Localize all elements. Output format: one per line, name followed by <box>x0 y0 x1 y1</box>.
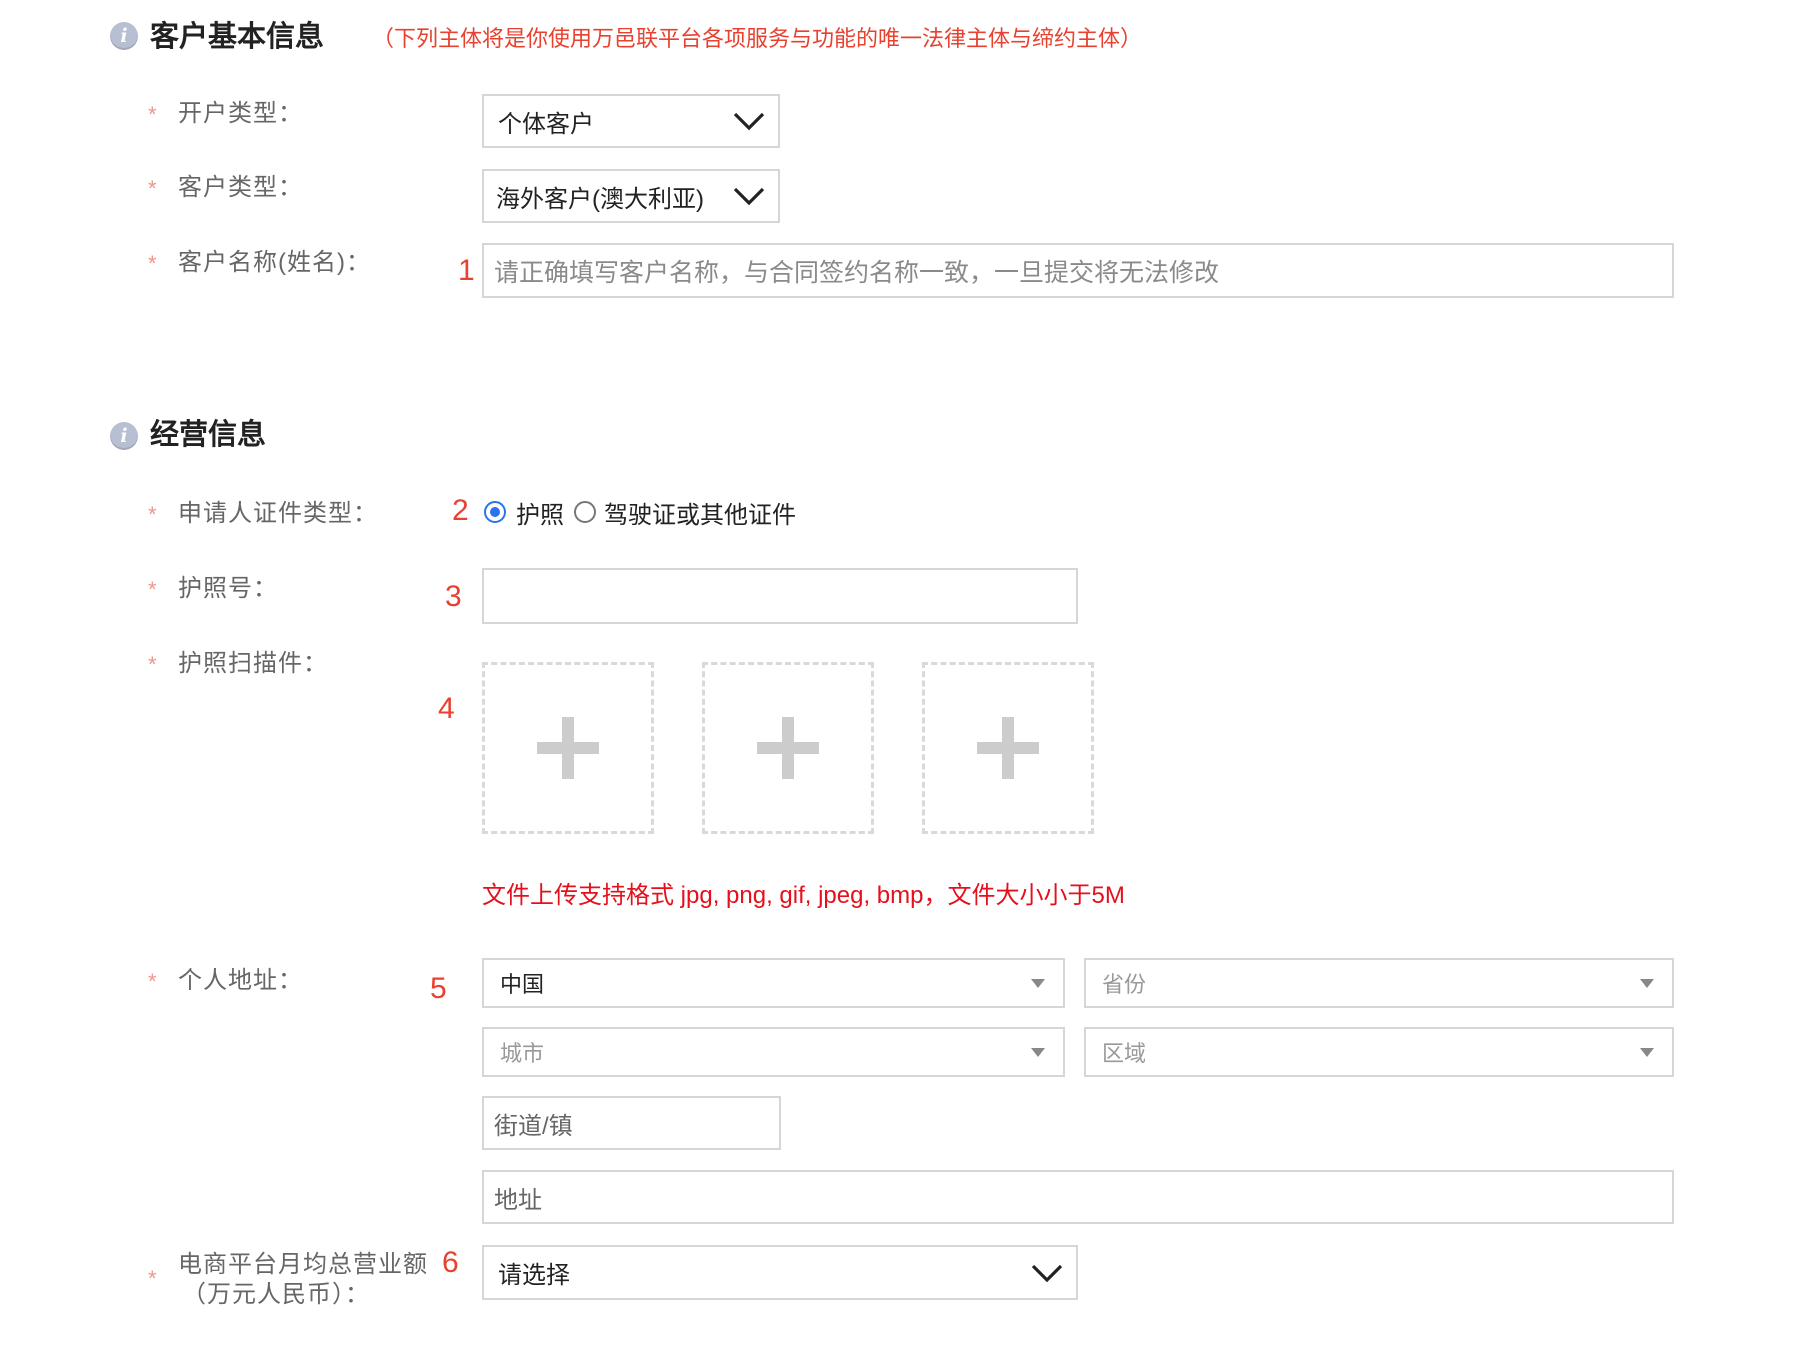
account-type-select[interactable]: 个体客户 <box>482 94 780 148</box>
marker-1: 1 <box>458 254 475 287</box>
section-note-basic: （下列主体将是你使用万邑联平台各项服务与功能的唯一法律主体与缔约主体） <box>372 26 1143 51</box>
caret-down-icon <box>1640 978 1654 988</box>
province-value: 省份 <box>1102 972 1147 997</box>
passport-scan-label: 护照扫描件： <box>178 650 328 677</box>
turnover-value: 请选择 <box>498 1262 570 1289</box>
customer-name-input[interactable]: 请正确填写客户名称，与合同签约名称一致，一旦提交将无法修改 <box>482 243 1674 298</box>
required-mark: * <box>148 577 157 602</box>
id-type-radio-group: 护照 驾驶证或其他证件 <box>484 495 796 530</box>
radio-other-id[interactable] <box>574 501 596 523</box>
turnover-label: 电商平台月均总营业额 （万元人民币）： <box>178 1250 428 1310</box>
plus-icon <box>757 717 819 779</box>
radio-passport[interactable] <box>484 501 506 523</box>
info-icon: i <box>110 22 138 50</box>
marker-5: 5 <box>430 972 447 1005</box>
address-detail-input[interactable]: 地址 <box>482 1170 1674 1224</box>
city-select[interactable]: 城市 <box>482 1027 1065 1077</box>
info-icon: i <box>110 422 138 450</box>
country-value: 中国 <box>500 972 545 997</box>
id-type-label: 申请人证件类型： <box>178 500 378 527</box>
caret-down-icon <box>1031 1047 1045 1057</box>
section-title-basic: 客户基本信息 <box>150 21 325 53</box>
plus-icon <box>537 717 599 779</box>
marker-2: 2 <box>452 494 469 527</box>
street-input[interactable]: 街道/镇 <box>482 1096 781 1150</box>
marker-4: 4 <box>438 692 455 725</box>
customer-type-select[interactable]: 海外客户(澳大利亚) <box>482 169 780 223</box>
marker-3: 3 <box>445 580 462 613</box>
turnover-label-line1: 电商平台月均总营业额 <box>178 1251 428 1278</box>
chevron-down-icon <box>1031 1264 1063 1282</box>
passport-no-label: 护照号： <box>178 575 278 602</box>
required-mark: * <box>148 652 157 677</box>
street-placeholder: 街道/镇 <box>494 1112 573 1140</box>
chevron-down-icon <box>733 112 765 131</box>
upload-slot-3[interactable] <box>922 662 1094 834</box>
passport-no-input[interactable] <box>482 568 1078 624</box>
radio-passport-label[interactable]: 护照 <box>516 495 564 530</box>
section-title-business: 经营信息 <box>150 419 267 451</box>
turnover-label-line2: （万元人民币）： <box>182 1281 370 1308</box>
required-mark: * <box>148 1266 157 1291</box>
account-type-label: 开户类型： <box>178 100 303 127</box>
plus-icon <box>977 717 1039 779</box>
address-detail-placeholder: 地址 <box>494 1186 542 1214</box>
customer-name-placeholder: 请正确填写客户名称，与合同签约名称一致，一旦提交将无法修改 <box>494 258 1220 287</box>
customer-name-label: 客户名称(姓名)： <box>178 249 371 276</box>
required-mark: * <box>148 502 157 527</box>
required-mark: * <box>148 251 157 276</box>
customer-type-label: 客户类型： <box>178 174 303 201</box>
marker-6: 6 <box>442 1246 459 1279</box>
required-mark: * <box>148 102 157 127</box>
upload-slot-2[interactable] <box>702 662 874 834</box>
account-type-value: 个体客户 <box>498 110 594 138</box>
caret-down-icon <box>1640 1047 1654 1057</box>
turnover-select[interactable]: 请选择 <box>482 1245 1078 1300</box>
district-value: 区域 <box>1102 1041 1147 1066</box>
country-select[interactable]: 中国 <box>482 958 1065 1008</box>
city-value: 城市 <box>500 1041 545 1066</box>
district-select[interactable]: 区域 <box>1084 1027 1674 1077</box>
customer-type-value: 海外客户(澳大利亚) <box>496 185 704 213</box>
upload-slot-1[interactable] <box>482 662 654 834</box>
upload-hint: 文件上传支持格式 jpg, png, gif, jpeg, bmp，文件大小小于… <box>482 882 1125 909</box>
required-mark: * <box>148 969 157 994</box>
caret-down-icon <box>1031 978 1045 988</box>
address-label: 个人地址： <box>178 967 303 994</box>
province-select[interactable]: 省份 <box>1084 958 1674 1008</box>
required-mark: * <box>148 176 157 201</box>
chevron-down-icon <box>733 187 765 206</box>
radio-other-id-label[interactable]: 驾驶证或其他证件 <box>604 495 796 530</box>
